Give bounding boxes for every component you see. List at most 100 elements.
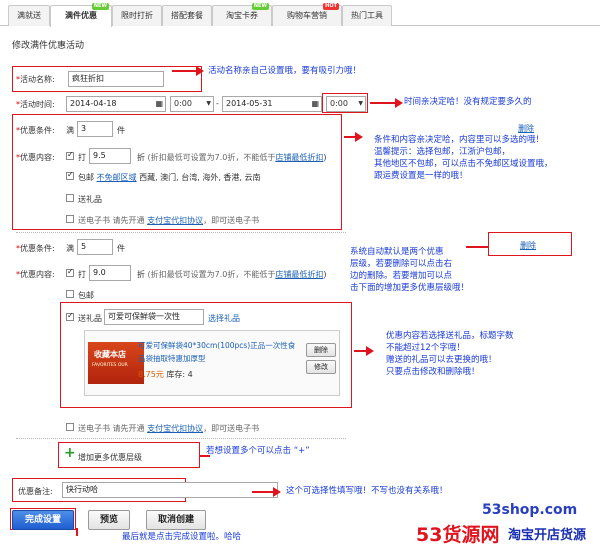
tab-label: 满就送 xyxy=(17,11,41,20)
gift-thumb-text: 收藏本店 xyxy=(94,350,126,359)
gift-price: 8.75元 xyxy=(138,370,164,379)
add-level-link[interactable]: 增加更多优惠层级 xyxy=(78,452,142,463)
level1-gift-label: 送礼品 xyxy=(78,195,102,204)
end-date-input[interactable]: 2014-05-31 ▦ xyxy=(222,96,322,112)
annotation-arrow-head xyxy=(196,66,204,76)
gift-edit-button[interactable]: 修改 xyxy=(306,360,336,374)
chevron-down-icon: ▼ xyxy=(206,100,211,107)
note-levels: 系统自动默认是两个优惠 层级，若要删除可以点击右 边的删除。若要增加可以点 击下… xyxy=(350,246,469,294)
level1-discount-hint: 折 (折扣最低可设置为7.0折，不能低于店铺最低折扣) xyxy=(137,152,327,163)
tab-gouwuche[interactable]: 购物车营销 HOT xyxy=(272,3,342,26)
note-finish: 最后就是点击完成设置啦。哈哈 xyxy=(122,532,242,542)
store-min-discount-link[interactable]: 店铺最低折扣 xyxy=(275,153,323,162)
store-min-discount-link[interactable]: 店铺最低折扣 xyxy=(275,270,323,279)
cond-label-text: 优惠条件: xyxy=(20,244,55,253)
ebook-end: ，即可送电子书 xyxy=(203,424,260,433)
start-date-input[interactable]: 2014-04-18 ▦ xyxy=(66,96,166,112)
finish-button[interactable]: 完成设置 xyxy=(12,510,74,530)
note-line: 条件和内容亲决定哈，内容里可以多选的哦！ xyxy=(374,135,545,145)
remark-input[interactable]: 快行动哈 xyxy=(62,482,278,498)
level2-ship-label: 包邮 xyxy=(78,291,94,300)
ebook-end: ，即可送电子书 xyxy=(203,216,260,225)
alipay-agreement-link[interactable]: 支付宝代扣协议 xyxy=(147,424,203,433)
start-time-select[interactable]: 0:00 ▼ xyxy=(170,96,214,112)
no-free-ship-region-link[interactable]: 不免邮区域 xyxy=(97,173,137,182)
ebook-label: 送电子书 请先开通 xyxy=(78,424,145,433)
gift-delete-button[interactable]: 删除 xyxy=(306,343,336,357)
calendar-icon[interactable]: ▦ xyxy=(155,97,163,111)
divider xyxy=(16,438,346,439)
level2-gift-label: 送礼品 xyxy=(78,314,102,323)
ship-label: 包邮 xyxy=(78,173,94,182)
name-label-text: 活动名称: xyxy=(20,75,55,84)
gift-stock: 库存: 4 xyxy=(166,370,193,379)
calendar-icon[interactable]: ▦ xyxy=(311,97,319,111)
note-line: 击下面的增加更多优惠层级哦！ xyxy=(350,283,470,293)
discount-hint-text: (折扣最低可设置为7.0折，不能低于 xyxy=(147,153,276,162)
time-label: *活动时间: xyxy=(16,99,55,110)
tab-label: 满件优惠 xyxy=(65,11,97,20)
level2-delete-link[interactable]: 删除 xyxy=(520,240,536,251)
tab-label: 限时打折 xyxy=(121,11,153,20)
tab-dapeitaocan[interactable]: 搭配套餐 xyxy=(162,5,212,26)
start-date-value: 2014-04-18 xyxy=(70,99,117,108)
level2-ship-checkbox[interactable] xyxy=(66,290,74,298)
discount-unit: 折 xyxy=(137,153,145,162)
note-line: 跟运费设置是一样的哦！ xyxy=(374,171,468,181)
content-label: *优惠内容: xyxy=(16,269,55,280)
full-text: 满 xyxy=(66,244,74,253)
tab-remengongju[interactable]: 热门工具 xyxy=(342,5,392,26)
note-line: 赠送的礼品可以去更换的哦！ xyxy=(386,355,497,365)
note-line: 系统自动默认是两个优惠 xyxy=(350,247,444,257)
level2-discount-input[interactable]: 9.0 xyxy=(89,265,131,281)
level1-ship-checkbox[interactable] xyxy=(66,170,74,180)
level1-delete-link[interactable]: 删除 xyxy=(518,123,534,134)
level1-discount-input[interactable]: 9.5 xyxy=(89,148,131,164)
level1-ebook-checkbox[interactable] xyxy=(66,215,74,223)
gift-thumbnail: 收藏本店 FAVORITES OUR xyxy=(88,342,144,384)
gift-price-stock: 8.75元 库存: 4 xyxy=(138,369,193,380)
new-badge: NEW xyxy=(91,3,109,10)
note-add: 若想设置多个可以点击 “+” xyxy=(206,446,310,456)
plus-icon[interactable]: + xyxy=(64,445,76,461)
cond-label-text: 优惠条件: xyxy=(20,126,55,135)
annotation-arrow xyxy=(252,491,274,493)
ship-regions: 西藏, 澳门, 台湾, 海外, 香港, 云南 xyxy=(139,173,261,182)
level2-count-input[interactable]: 5 xyxy=(77,239,113,255)
select-gift-link[interactable]: 选择礼品 xyxy=(208,313,240,324)
level2-ebook-checkbox[interactable] xyxy=(66,423,74,431)
gift-product-title[interactable]: 可爱可保鲜袋40*30cm(100pcs)正品一次性食品袋抽取特惠加厚型 xyxy=(138,339,302,365)
tab-xianshidazhe[interactable]: 限时打折 xyxy=(112,5,162,26)
discount-hint-end: ) xyxy=(323,153,327,162)
new-badge: NEW xyxy=(251,3,269,10)
level2-discount-checkbox[interactable] xyxy=(66,267,74,277)
discount-prefix: 打 xyxy=(78,270,86,279)
watermark-site: 53shop.com xyxy=(482,502,578,518)
preview-button[interactable]: 预览 xyxy=(88,510,130,530)
note-line: 不能超过12个字哦！ xyxy=(386,343,465,353)
activity-name-input[interactable]: 疯狂折扣 xyxy=(68,71,164,87)
watermark-slogan: 淘宝开店货源 xyxy=(508,528,587,543)
gift-name-input[interactable]: 可爱可保鲜袋一次性 xyxy=(104,309,204,325)
content-label: *优惠内容: xyxy=(16,152,55,163)
tab-taobaokaquan[interactable]: 淘宝卡券 NEW xyxy=(212,3,272,26)
annotation-arrow-head xyxy=(395,98,403,108)
note-time: 时间亲决定哈！没有规定要多久的 xyxy=(404,97,532,107)
tab-manjiusong[interactable]: 满就送 xyxy=(8,5,50,26)
note-gift: 优惠内容若选择送礼品，标题字数 不能超过12个字哦！ 赠送的礼品可以去更换的哦！… xyxy=(386,330,514,378)
tab-manjianyouhui[interactable]: 满件优惠 NEW xyxy=(50,3,112,27)
level1-gift-checkbox[interactable] xyxy=(66,194,74,202)
cancel-button[interactable]: 取消创建 xyxy=(146,510,206,530)
level1-count-input[interactable]: 3 xyxy=(77,121,113,137)
annotation-arrow xyxy=(172,70,196,72)
note-line: 优惠内容若选择送礼品，标题字数 xyxy=(386,331,514,341)
tab-label: 购物车营销 xyxy=(287,11,327,20)
content-label-text: 优惠内容: xyxy=(20,153,55,162)
note-name: 活动名称亲自己设置哦，要有吸引力哦！ xyxy=(208,66,362,76)
alipay-agreement-link[interactable]: 支付宝代扣协议 xyxy=(147,216,203,225)
level1-discount-checkbox[interactable] xyxy=(66,150,74,160)
level2-gift-checkbox[interactable] xyxy=(66,311,74,321)
watermark-brand: 53货源网 xyxy=(416,524,500,546)
gift-thumb-sub: FAVORITES OUR xyxy=(92,363,128,368)
date-dash: - xyxy=(216,99,219,108)
